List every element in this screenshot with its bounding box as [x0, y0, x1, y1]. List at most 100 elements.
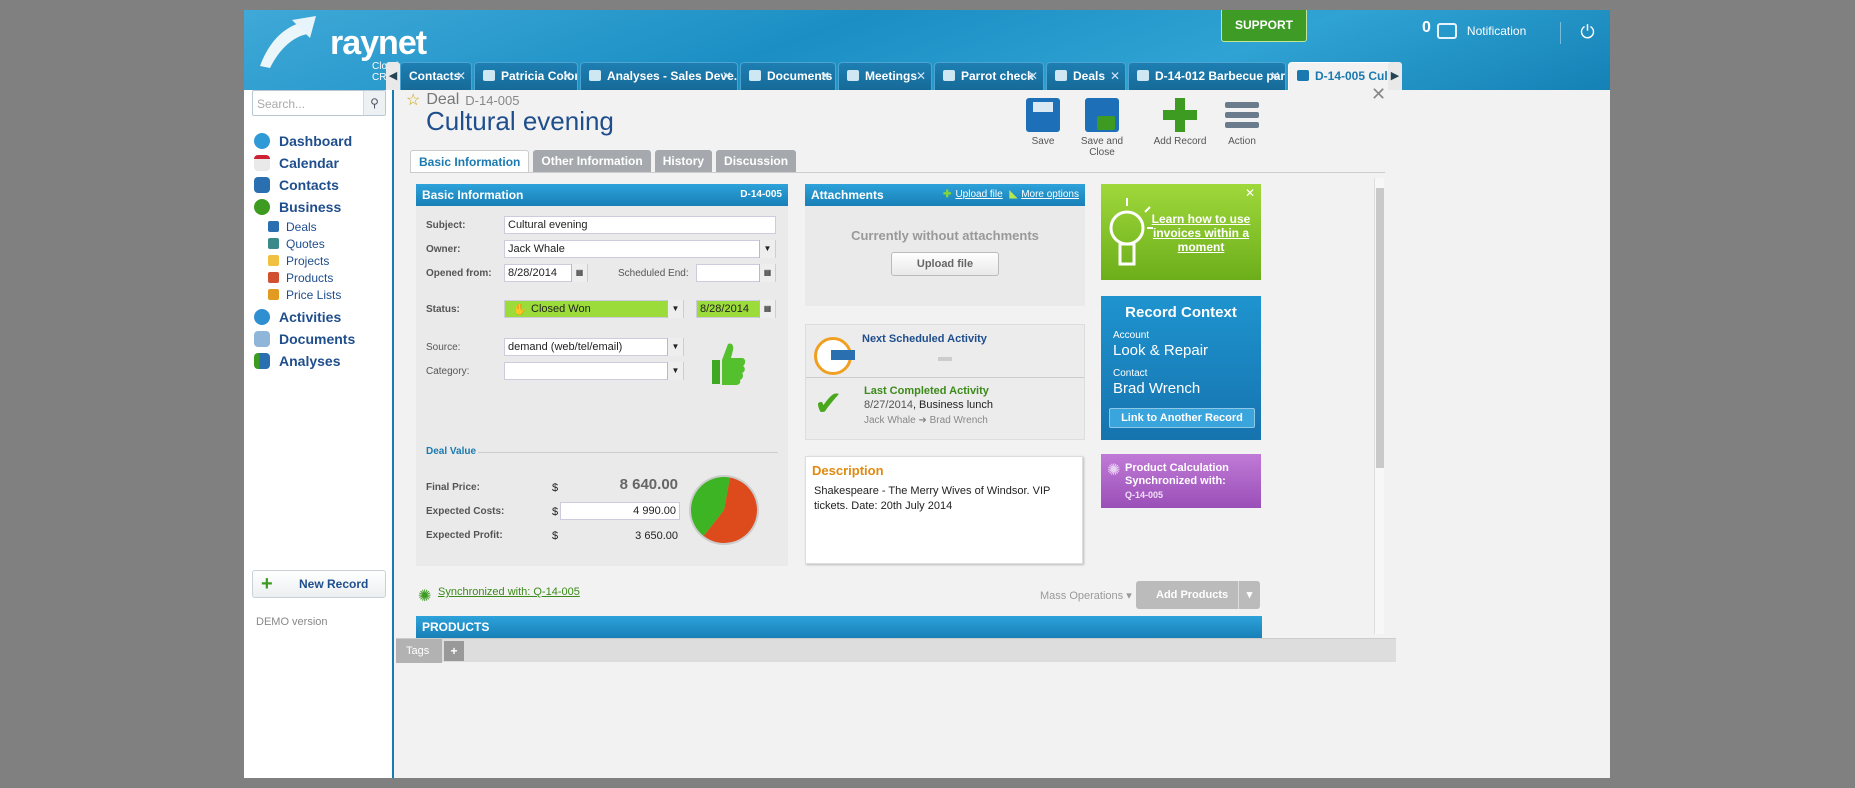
status-date-field[interactable]: 8/28/2014 ▦ [696, 300, 776, 318]
owner-select[interactable]: Jack Whale ▼ [504, 240, 776, 258]
close-icon[interactable]: ✕ [562, 63, 572, 89]
opened-label: Opened from: [426, 268, 492, 279]
expected-costs-field[interactable]: 4 990.00 [560, 502, 680, 520]
sidebar: Search... ⚲ Dashboard Calendar Contacts … [244, 90, 394, 778]
upload-file-link[interactable]: Upload file [955, 189, 1002, 200]
subject-field[interactable]: Cultural evening [504, 216, 776, 234]
add-record-button[interactable]: Add Record [1152, 98, 1208, 147]
sidebar-item-price-lists[interactable]: Price Lists [254, 286, 355, 303]
profit-currency: $ [552, 530, 559, 542]
tab-contacts[interactable]: Contacts ✕ [400, 62, 472, 90]
content-scrollbar[interactable] [1374, 178, 1384, 634]
learn-link[interactable]: Learn how to use invoices within a momen… [1151, 212, 1251, 254]
sidebar-item-business[interactable]: Business [254, 196, 355, 218]
add-tag-icon[interactable]: + [444, 641, 464, 661]
save-button[interactable]: Save [1021, 98, 1065, 147]
close-icon[interactable]: ✕ [1245, 186, 1255, 200]
record-tabs: ◀ Contacts ✕ Patricia Color ✕ Analyses - S… [386, 60, 1610, 90]
calendar-icon[interactable]: ▦ [571, 264, 587, 282]
contact-value[interactable]: Brad Wrench [1113, 380, 1200, 397]
documents-icon [254, 331, 270, 347]
tab-meetings[interactable]: Meetings ✕ [838, 62, 932, 90]
synchronized-link[interactable]: Synchronized with: Q-14-005 [438, 586, 580, 598]
sidebar-item-products[interactable]: Products [254, 269, 355, 286]
close-icon[interactable]: ✕ [1028, 63, 1038, 89]
sidebar-item-calendar[interactable]: Calendar [254, 152, 355, 174]
scheduled-end-label: Scheduled End: [618, 268, 689, 279]
main-nav: Dashboard Calendar Contacts Business Dea… [254, 130, 355, 372]
close-icon[interactable]: ✕ [916, 63, 926, 89]
tab-history[interactable]: History [654, 150, 713, 172]
chevron-down-icon[interactable]: ▾ [1238, 581, 1260, 609]
notifications[interactable]: 0 Notification [1422, 19, 1526, 39]
close-icon[interactable]: ✕ [820, 63, 830, 89]
source-label: Source: [426, 342, 461, 353]
scrollbar-thumb[interactable] [1376, 188, 1384, 468]
close-icon[interactable]: ✕ [1270, 63, 1280, 89]
tab-other-information[interactable]: Other Information [533, 150, 651, 172]
tab-documents[interactable]: Documents ✕ [740, 62, 836, 90]
sidebar-item-projects[interactable]: Projects [254, 252, 355, 269]
tags-button[interactable]: Tags [396, 639, 442, 663]
close-icon[interactable]: ✕ [722, 63, 732, 89]
product-calculation-card[interactable]: ✺ Product Calculation Synchronized with:… [1101, 454, 1261, 508]
chevron-down-icon[interactable]: ▼ [667, 338, 683, 356]
last-activity-date: 8/27/2014 [864, 399, 913, 411]
tab-basic-information[interactable]: Basic Information [410, 150, 530, 172]
sidebar-item-deals[interactable]: Deals [254, 218, 355, 235]
tabs-scroll-left-icon[interactable]: ◀ [386, 62, 400, 90]
scheduled-end-field[interactable]: ▦ [696, 264, 776, 282]
search-icon[interactable]: ⚲ [363, 91, 385, 115]
sidebar-item-contacts[interactable]: Contacts [254, 174, 355, 196]
chevron-down-icon[interactable]: ▼ [667, 300, 683, 318]
account-value[interactable]: Look & Repair [1113, 342, 1208, 359]
action-label: Action [1228, 136, 1256, 147]
close-icon[interactable]: ✕ [456, 63, 466, 89]
tab-label: D-14-012 Barbecue par... [1155, 69, 1286, 83]
sidebar-item-activities[interactable]: Activities [254, 306, 355, 328]
sidebar-item-analyses[interactable]: Analyses [254, 350, 355, 372]
panel-header: Attachments ✚ Upload file ◣ More options [805, 184, 1085, 206]
nav-label: Contacts [279, 177, 339, 193]
learn-invoices-card[interactable]: ✕ Learn how to use invoices within a mom… [1101, 184, 1261, 280]
close-icon[interactable]: ✕ [1371, 84, 1386, 105]
last-activity-summary[interactable]: 8/27/2014, Business lunch [864, 399, 993, 411]
status-select[interactable]: ✋ Closed Won ▼ [504, 300, 684, 318]
tab-deals[interactable]: Deals ✕ [1046, 62, 1126, 90]
save-close-button[interactable]: Save and Close [1069, 98, 1135, 158]
search-input[interactable]: Search... ⚲ [252, 90, 386, 116]
record-content: ☆ Deal D-14-005 Cultural evening ✕ Save … [396, 84, 1610, 778]
category-select[interactable]: ▼ [504, 362, 684, 380]
link-another-record-button[interactable]: Link to Another Record [1109, 408, 1255, 428]
status-value: Closed Won [531, 303, 591, 315]
new-record-button[interactable]: + New Record [252, 570, 386, 598]
tab-barbecue[interactable]: D-14-012 Barbecue par... ✕ [1128, 62, 1286, 90]
chevron-down-icon[interactable]: ▼ [759, 240, 775, 258]
tabs-scroll-right-icon[interactable]: ▶ [1388, 62, 1402, 90]
add-products-button[interactable]: Add Products ▾ [1136, 581, 1260, 609]
raynet-logo[interactable]: raynet Cloud CRM [252, 14, 427, 83]
upload-file-button[interactable]: Upload file [891, 252, 999, 276]
sidebar-item-documents[interactable]: Documents [254, 328, 355, 350]
opened-date-field[interactable]: 8/28/2014 ▦ [504, 264, 588, 282]
action-button[interactable]: Action [1220, 98, 1264, 147]
calendar-icon[interactable]: ▦ [759, 300, 775, 318]
nav-label: Products [286, 270, 334, 285]
tab-patricia-color[interactable]: Patricia Color ✕ [474, 62, 578, 90]
chevron-down-icon[interactable]: ▼ [667, 362, 683, 380]
more-options-link[interactable]: More options [1021, 189, 1079, 200]
tab-parrot-check[interactable]: Parrot check ✕ [934, 62, 1044, 90]
star-icon[interactable]: ☆ [406, 90, 420, 110]
nav-label: Price Lists [286, 287, 342, 302]
support-button[interactable]: SUPPORT [1221, 10, 1307, 42]
power-icon[interactable]: ⏻ [1560, 22, 1600, 44]
calendar-icon[interactable]: ▦ [759, 264, 775, 282]
sidebar-item-quotes[interactable]: Quotes [254, 235, 355, 252]
tab-analyses[interactable]: Analyses - Sales Deve... ✕ [580, 62, 738, 90]
tab-discussion[interactable]: Discussion [716, 150, 797, 172]
source-select[interactable]: demand (web/tel/email) ▼ [504, 338, 684, 356]
sidebar-item-dashboard[interactable]: Dashboard [254, 130, 355, 152]
mass-operations-menu[interactable]: Mass Operations ▾ [1040, 589, 1132, 602]
tab-divider [410, 172, 1385, 173]
close-icon[interactable]: ✕ [1110, 63, 1120, 89]
